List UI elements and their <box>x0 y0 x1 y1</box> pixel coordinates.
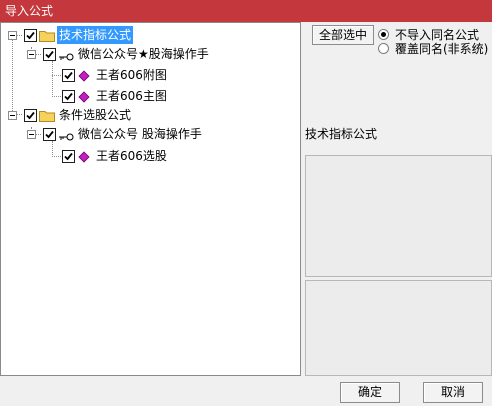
key-icon <box>58 129 74 141</box>
checkbox[interactable] <box>62 69 75 82</box>
title-bar: 导入公式 <box>0 0 492 22</box>
radio-selected-dot <box>381 32 386 37</box>
ok-button[interactable]: 确定 <box>340 382 400 403</box>
collapse-toggle-icon[interactable] <box>27 50 36 59</box>
tree-group-label[interactable]: 技术指标公式 <box>57 26 134 44</box>
checkbox[interactable] <box>24 109 37 122</box>
tree-group-row[interactable]: 条件选股公式 <box>1 106 300 124</box>
tree-item-label[interactable]: 王者606附图 <box>96 66 167 84</box>
radio-skip-duplicates[interactable] <box>378 29 389 40</box>
window-title: 导入公式 <box>5 4 54 18</box>
tree-author-label[interactable]: 微信公众号 股海操作手 <box>78 125 202 143</box>
tree-item-label[interactable]: 王者606选股 <box>96 147 167 165</box>
tree-item-row[interactable]: 王者606附图 <box>1 66 300 84</box>
tree-item-label[interactable]: 王者606主图 <box>96 87 167 105</box>
collapse-toggle-icon[interactable] <box>8 31 17 40</box>
tree-author-label[interactable]: 微信公众号★股海操作手 <box>78 45 209 63</box>
checkbox[interactable] <box>43 48 56 61</box>
info-panel-bottom <box>305 280 492 376</box>
radio-label[interactable]: 覆盖同名(非系统) <box>395 40 488 57</box>
radio-overwrite-duplicates[interactable] <box>378 43 389 54</box>
collapse-toggle-icon[interactable] <box>8 111 17 120</box>
select-all-button[interactable]: 全部选中 <box>312 25 374 45</box>
formula-gem-icon <box>78 69 90 82</box>
key-icon <box>58 49 74 61</box>
cancel-button[interactable]: 取消 <box>423 382 483 403</box>
tree-item-row[interactable]: 王者606选股 <box>1 147 300 165</box>
collapse-toggle-icon[interactable] <box>27 130 36 139</box>
checkbox[interactable] <box>24 29 37 42</box>
checkbox[interactable] <box>62 90 75 103</box>
folder-icon <box>39 29 55 42</box>
tree-author-row[interactable]: 微信公众号 股海操作手 <box>1 125 300 143</box>
tree-author-row[interactable]: 微信公众号★股海操作手 <box>1 45 300 63</box>
tree-group-label[interactable]: 条件选股公式 <box>59 106 131 124</box>
folder-icon <box>39 109 55 122</box>
info-panel-top <box>305 155 492 277</box>
formula-gem-icon <box>78 150 90 163</box>
checkbox[interactable] <box>62 150 75 163</box>
info-title: 技术指标公式 <box>305 127 378 141</box>
formula-gem-icon <box>78 90 90 103</box>
tree-group-row[interactable]: 技术指标公式 <box>1 26 300 44</box>
checkbox[interactable] <box>43 128 56 141</box>
formula-tree[interactable]: 技术指标公式 微信公众号★股海操作手 王者606附图 王者606主图 条件选股公… <box>0 22 301 376</box>
tree-item-row[interactable]: 王者606主图 <box>1 87 300 105</box>
